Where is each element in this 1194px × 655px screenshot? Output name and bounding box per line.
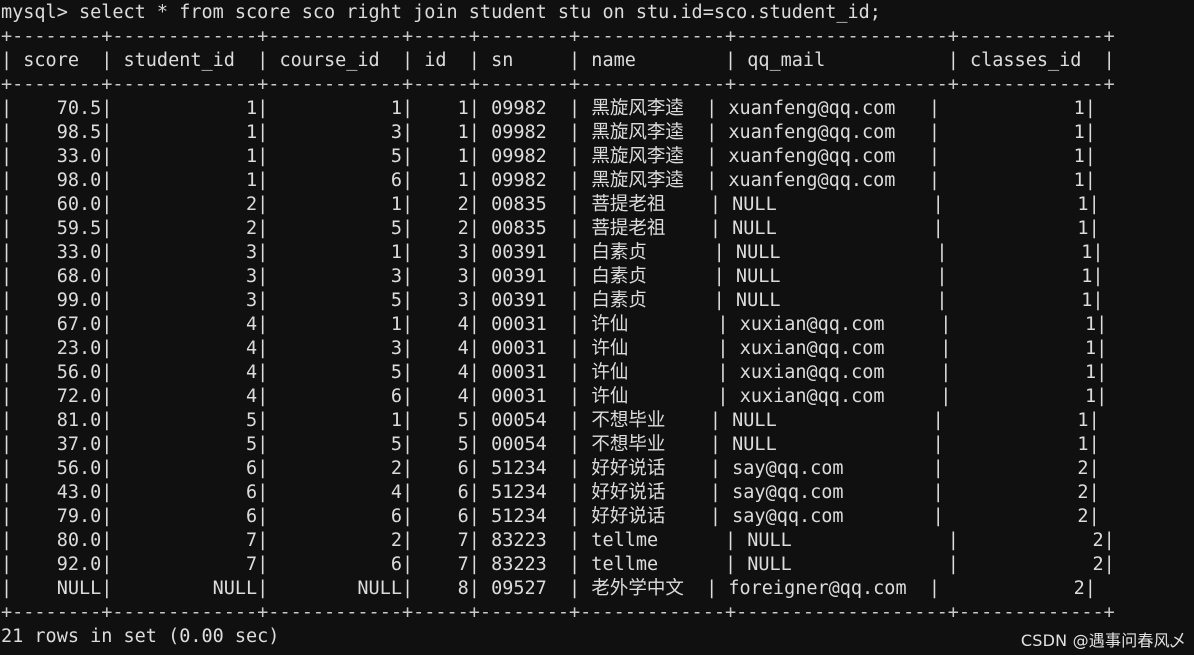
query-result-table: +--------+-------------+------------+---… [0, 25, 1194, 625]
table-bottom-rule: +--------+-------------+------------+---… [1, 602, 1115, 623]
cjk-text: 好好说话 [591, 482, 666, 503]
result-status-line: 21 rows in set (0.00 sec) [1, 626, 280, 647]
table-row: | 33.0| 3| 1| 3| 00391 | 白素贞 | NULL | 1| [1, 242, 1104, 263]
cjk-text: 黑旋风李逵 [591, 146, 684, 167]
cjk-text: 许仙 [591, 362, 629, 383]
mysql-terminal: mysql> select * from score sco right joi… [0, 0, 1194, 655]
table-row: | 81.0| 5| 1| 5| 00054 | 不想毕业 | NULL | 1… [1, 410, 1100, 431]
cjk-text: 许仙 [591, 386, 629, 407]
table-header-row: | score | student_id | course_id | id | … [1, 50, 1115, 71]
cjk-text: 不想毕业 [591, 434, 666, 455]
table-row: | 56.0| 6| 2| 6| 51234 | 好好说话 | say@qq.c… [1, 458, 1100, 479]
table-row: | 80.0| 7| 2| 7| 83223 | tellme | NULL |… [1, 530, 1115, 551]
table-row: | 99.0| 3| 5| 3| 00391 | 白素贞 | NULL | 1| [1, 290, 1104, 311]
mysql-prompt-line: mysql> select * from score sco right joi… [1, 2, 881, 23]
cjk-text: 黑旋风李逵 [591, 170, 684, 191]
table-row: | 98.0| 1| 6| 1| 09982 | 黑旋风李逵 | xuanfen… [1, 170, 1096, 191]
table-row: | 68.0| 3| 3| 3| 00391 | 白素贞 | NULL | 1| [1, 266, 1104, 287]
table-row: | 67.0| 4| 1| 4| 00031 | 许仙 | xuxian@qq.… [1, 314, 1108, 335]
cjk-text: 好好说话 [591, 458, 666, 479]
table-row: | 70.5| 1| 1| 1| 09982 | 黑旋风李逵 | xuanfen… [1, 98, 1096, 119]
table-row: | NULL| NULL| NULL| 8| 09527 | 老外学中文 | f… [1, 578, 1096, 599]
table-top-rule: +--------+-------------+------------+---… [1, 26, 1115, 47]
table-row: | 56.0| 4| 5| 4| 00031 | 许仙 | xuxian@qq.… [1, 362, 1108, 383]
cjk-text: 不想毕业 [591, 410, 666, 431]
table-row: | 79.0| 6| 6| 6| 51234 | 好好说话 | say@qq.c… [1, 506, 1100, 527]
table-row: | 92.0| 7| 6| 7| 83223 | tellme | NULL |… [1, 554, 1115, 575]
cjk-text: 好好说话 [591, 506, 666, 527]
cjk-text: 菩提老祖 [591, 194, 666, 215]
table-row: | 37.0| 5| 5| 5| 00054 | 不想毕业 | NULL | 1… [1, 434, 1100, 455]
table-row: | 60.0| 2| 1| 2| 00835 | 菩提老祖 | NULL | 1… [1, 194, 1100, 215]
cjk-text: 许仙 [591, 314, 629, 335]
table-row: | 72.0| 4| 6| 4| 00031 | 许仙 | xuxian@qq.… [1, 386, 1108, 407]
csdn-watermark: CSDN @遇事问春风乄 [1020, 631, 1186, 650]
cjk-text: 黑旋风李逵 [591, 98, 684, 119]
table-row: | 59.5| 2| 5| 2| 00835 | 菩提老祖 | NULL | 1… [1, 218, 1100, 239]
cjk-text: 白素贞 [591, 266, 647, 287]
table-header-rule: +--------+-------------+------------+---… [1, 74, 1115, 95]
table-row: | 43.0| 6| 4| 6| 51234 | 好好说话 | say@qq.c… [1, 482, 1100, 503]
cjk-text: 白素贞 [591, 242, 647, 263]
cjk-text: 黑旋风李逵 [591, 122, 684, 143]
table-row: | 98.5| 1| 3| 1| 09982 | 黑旋风李逵 | xuanfen… [1, 122, 1096, 143]
cjk-text: 白素贞 [591, 290, 647, 311]
table-row: | 23.0| 4| 3| 4| 00031 | 许仙 | xuxian@qq.… [1, 338, 1108, 359]
table-row: | 33.0| 1| 5| 1| 09982 | 黑旋风李逵 | xuanfen… [1, 146, 1096, 167]
cjk-text: 许仙 [591, 338, 629, 359]
cjk-text: 老外学中文 [591, 578, 684, 599]
cjk-text: 菩提老祖 [591, 218, 666, 239]
